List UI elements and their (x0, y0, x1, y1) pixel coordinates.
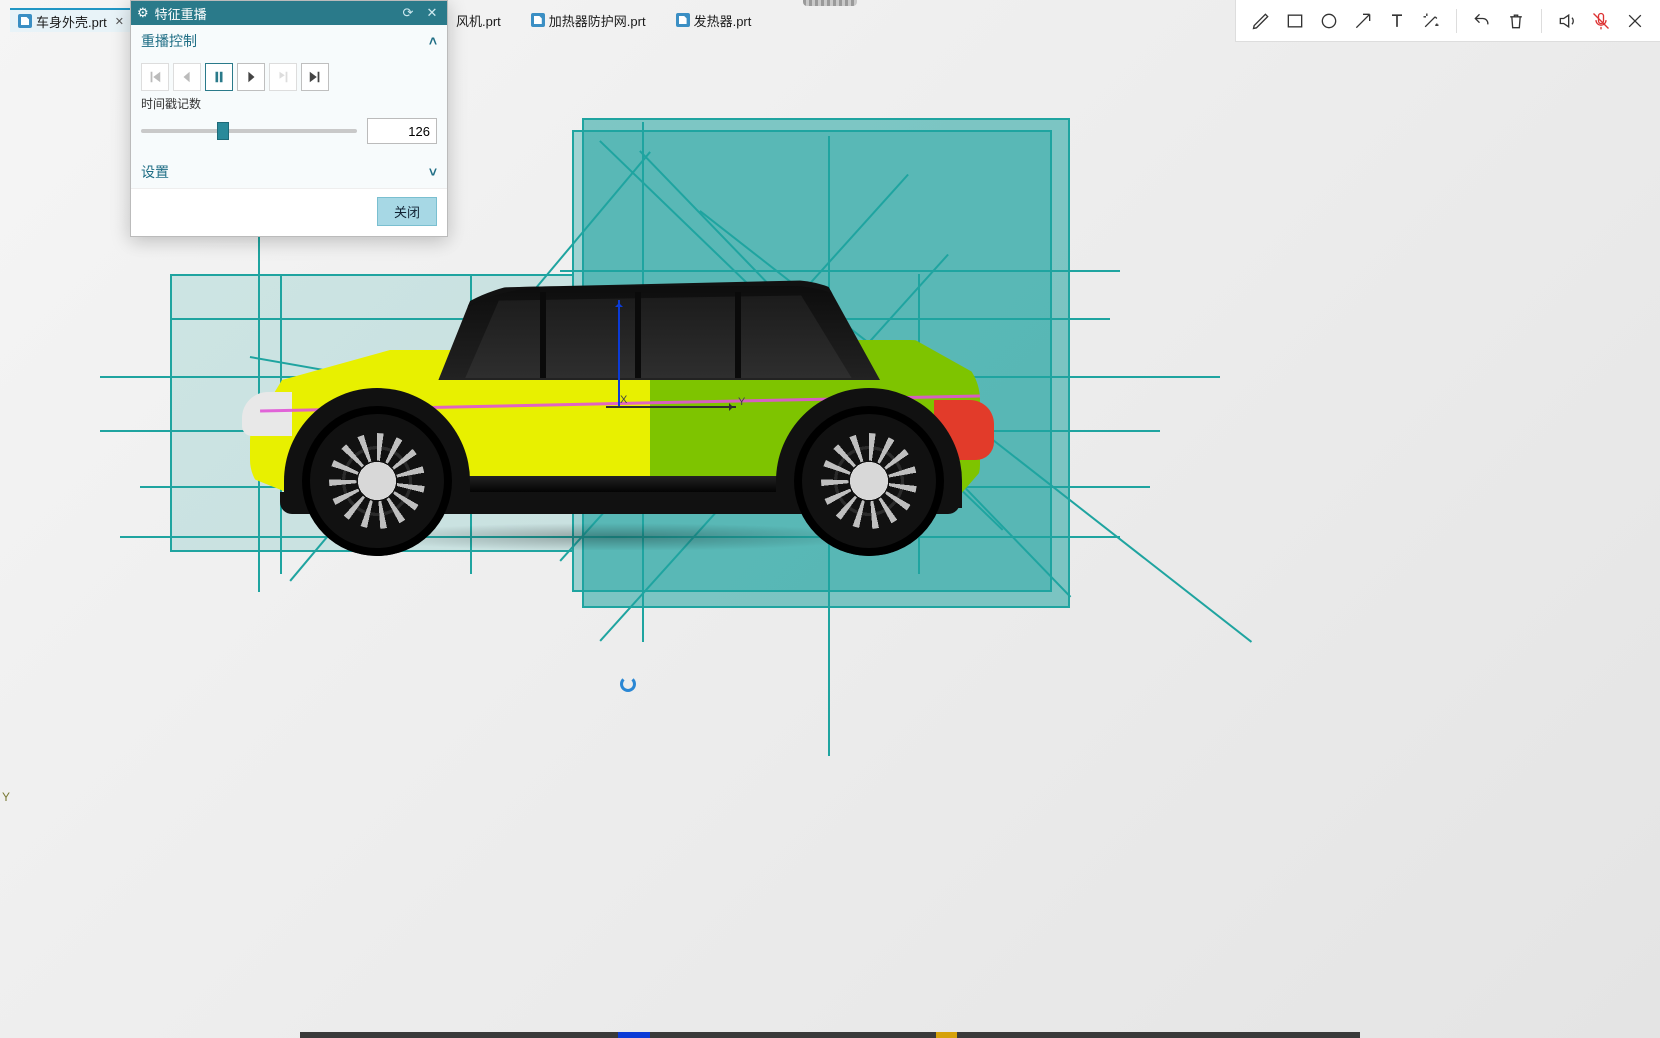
refresh-icon[interactable]: ⟳ (399, 4, 417, 22)
circle-icon[interactable] (1314, 6, 1344, 36)
gear-icon: ⚙ (137, 5, 149, 21)
rectangle-icon[interactable] (1280, 6, 1310, 36)
trash-icon[interactable] (1501, 6, 1531, 36)
magic-wand-icon[interactable] (1416, 6, 1446, 36)
head-light (242, 392, 292, 436)
b-pillar (635, 292, 641, 378)
dialog-close-icon[interactable]: ✕ (423, 4, 441, 22)
close-button[interactable]: 关闭 (377, 197, 437, 226)
wheel-arch (284, 388, 470, 508)
sketch-line (599, 254, 948, 642)
undo-icon[interactable] (1467, 6, 1497, 36)
sketch-line (100, 430, 1160, 432)
car-body-front (250, 350, 650, 500)
timestamp-slider[interactable] (141, 129, 357, 133)
step-forward-button[interactable] (237, 63, 265, 91)
timestamp-input[interactable] (367, 118, 437, 144)
annotation-toolbar (1235, 0, 1660, 42)
datum-plane (170, 274, 574, 552)
chevron-up-icon: ˄ (429, 33, 437, 49)
text-icon[interactable] (1382, 6, 1412, 36)
speaker-icon[interactable] (1552, 6, 1582, 36)
close-icon[interactable] (1620, 6, 1650, 36)
playback-controls (131, 57, 447, 95)
tab-label: 风机.prt (456, 11, 501, 30)
sketch-line (470, 274, 472, 574)
sketch-line (560, 270, 1120, 272)
dialog-titlebar[interactable]: ⚙ 特征重播 ⟳ ✕ (131, 1, 447, 25)
tab-active-car-body[interactable]: 车身外壳.prt ✕ (10, 8, 132, 32)
rocker-panel (295, 476, 945, 494)
corner-axis-label: Y (2, 790, 10, 804)
y-axis (606, 406, 736, 408)
tab-label: 加热器防护网.prt (549, 11, 646, 30)
sketch-line (170, 318, 1110, 320)
section-replay-controls[interactable]: 重播控制 ˄ (131, 25, 447, 57)
z-axis (618, 300, 620, 408)
toolbar-separator (1456, 9, 1457, 33)
sketch-line (100, 376, 1220, 378)
sketch-line (700, 210, 1253, 642)
tab-label: 车身外壳.prt (36, 12, 107, 31)
section-label: 设置 (141, 162, 169, 182)
file-icon (676, 13, 690, 27)
tab-heater-guard[interactable]: 加热器防护网.prt (523, 8, 654, 32)
b-pillar (735, 292, 741, 378)
orientation-gizmo: X Y (606, 392, 756, 420)
pause-button[interactable] (205, 63, 233, 91)
wheel-arch (776, 388, 962, 508)
chevron-down-icon: ˅ (429, 164, 437, 180)
document-tab-strip: 车身外壳.prt ✕ (10, 8, 132, 32)
sketch-line (639, 150, 1071, 597)
step-back-button[interactable] (173, 63, 201, 91)
sketch-line (120, 536, 1120, 538)
dialog-title: 特征重播 (155, 4, 207, 23)
b-pillar (540, 292, 546, 378)
toolbar-separator (1541, 9, 1542, 33)
car-model (240, 280, 1000, 550)
axis-label-x: X (620, 394, 627, 406)
sketch-line (642, 122, 644, 642)
car-roof (420, 280, 880, 380)
busy-cursor-icon (620, 676, 636, 692)
tab-fan[interactable]: 风机.prt (448, 8, 509, 32)
tail-light (934, 400, 994, 460)
file-icon (18, 14, 32, 28)
section-label: 重播控制 (141, 31, 197, 51)
front-wheel (302, 406, 452, 556)
flag-frame-button[interactable] (269, 63, 297, 91)
slider-thumb[interactable] (217, 122, 229, 140)
car-glass (440, 292, 860, 378)
timestamp-label: 时间戳记数 (131, 95, 447, 112)
feature-curve (260, 394, 980, 412)
section-settings[interactable]: 设置 ˅ (131, 156, 447, 188)
skip-to-start-button[interactable] (141, 63, 169, 91)
car-body-rear (620, 340, 980, 505)
tab-label: 发热器.prt (694, 11, 752, 30)
tab-heater[interactable]: 发热器.prt (668, 8, 760, 32)
sketch-line (918, 274, 920, 574)
datum-plane (572, 130, 1052, 592)
axis-label-y: Y (738, 396, 745, 408)
ground-shadow (230, 290, 1000, 550)
sketch-line (140, 486, 1150, 488)
sketch-line (828, 136, 830, 756)
window-grab-handle[interactable] (803, 0, 857, 6)
taskbar-fragment (300, 1032, 1360, 1038)
rear-wheel (794, 406, 944, 556)
sill (280, 492, 960, 514)
datum-plane (582, 118, 1070, 608)
feature-replay-dialog: ⚙ 特征重播 ⟳ ✕ 重播控制 ˄ 时间戳记数 设置 ˅ (130, 0, 448, 237)
arrow-icon[interactable] (1348, 6, 1378, 36)
sketch-line (250, 356, 644, 427)
document-tab-strip-right: 风机.prt 加热器防护网.prt 发热器.prt (448, 8, 759, 32)
sketch-line (559, 174, 908, 562)
pencil-icon[interactable] (1246, 6, 1276, 36)
tab-close-icon[interactable]: ✕ (115, 15, 124, 28)
sketch-line (280, 274, 282, 574)
sketch-line (599, 140, 1003, 530)
file-icon (531, 13, 545, 27)
mic-off-icon[interactable] (1586, 6, 1616, 36)
skip-to-end-button[interactable] (301, 63, 329, 91)
